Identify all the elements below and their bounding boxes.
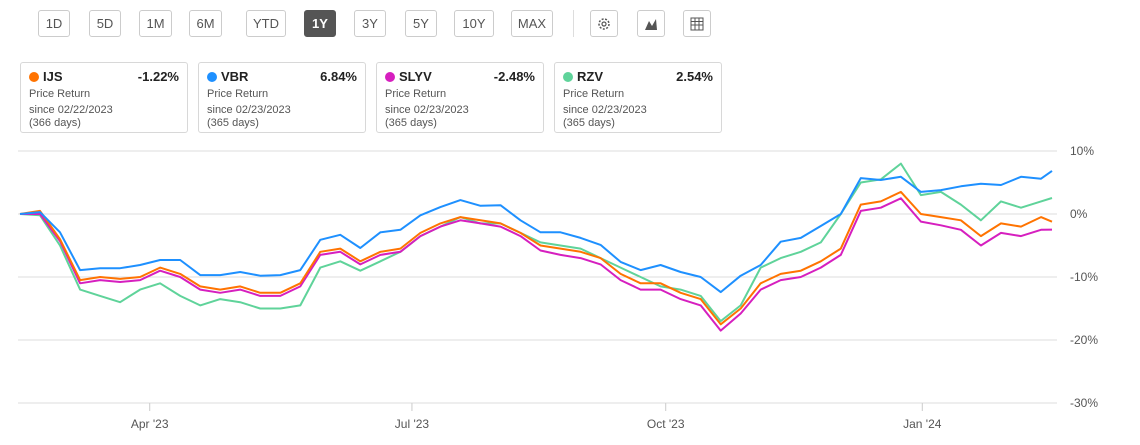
performance-chart: 10% 0% -10% -20% -30% Apr '23 Jul '23 Oct '23 Ja… — [18, 144, 1098, 431]
y-tick-label: 0% — [1070, 207, 1088, 221]
x-tick-label: Jul '23 — [395, 417, 430, 431]
x-tick-label: Jan '24 — [903, 417, 942, 431]
y-tick-label: -30% — [1070, 396, 1098, 410]
y-tick-label: -10% — [1070, 270, 1098, 284]
x-tick-label: Oct '23 — [647, 417, 685, 431]
y-tick-label: -20% — [1070, 333, 1098, 347]
x-tick-label: Apr '23 — [131, 417, 169, 431]
series-line-vbr[interactable] — [19, 170, 1053, 294]
series-line-slyv[interactable] — [20, 197, 1053, 332]
series-line-ijs[interactable] — [19, 190, 1053, 326]
y-tick-label: 10% — [1070, 144, 1094, 158]
